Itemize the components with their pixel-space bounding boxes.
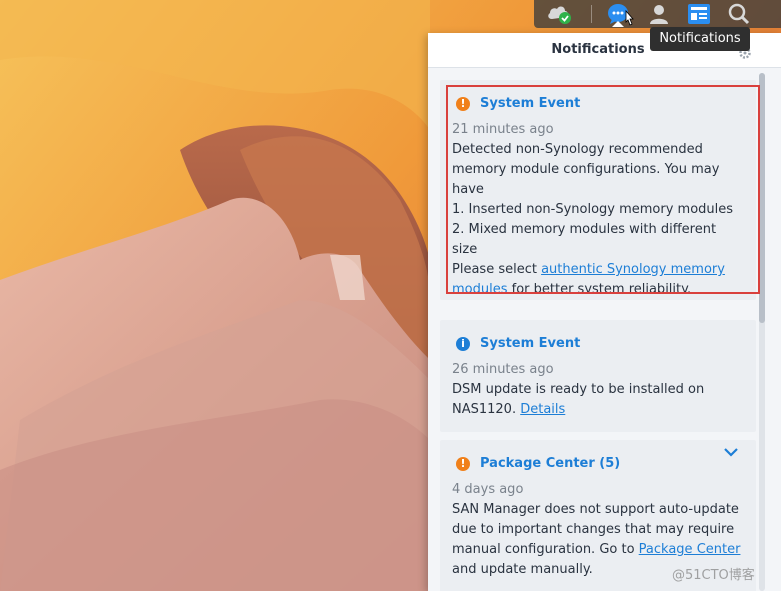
details-link[interactable]: Details: [520, 402, 565, 417]
info-icon: i: [456, 337, 470, 351]
message-line: NAS1120. Details: [452, 400, 748, 420]
top-taskbar: [534, 0, 781, 28]
user-icon[interactable]: [641, 0, 677, 28]
warning-icon: !: [456, 457, 470, 471]
package-center-link[interactable]: Package Center: [639, 542, 741, 557]
card-header: i System Event: [456, 334, 580, 354]
widgets-icon[interactable]: [681, 0, 717, 28]
taskbar-divider: [591, 5, 592, 23]
message-line: SAN Manager does not support auto-update: [452, 502, 739, 517]
panel-pointer: [612, 21, 624, 27]
message-line: DSM update is ready to be installed on: [452, 382, 705, 397]
notifications-tooltip: Notifications: [650, 27, 750, 51]
message-text: manual configuration. Go to: [452, 542, 639, 557]
card-title[interactable]: System Event: [480, 334, 580, 354]
watermark: @51CTO博客: [672, 568, 755, 583]
card-timestamp: 4 days ago: [452, 482, 524, 497]
message-text: NAS1120.: [452, 402, 521, 417]
card-timestamp: 26 minutes ago: [452, 362, 554, 377]
card-message: DSM update is ready to be installed on N…: [452, 380, 748, 420]
chevron-down-icon[interactable]: [724, 444, 738, 464]
search-icon[interactable]: [721, 0, 757, 28]
notification-card-2[interactable]: i System Event 26 minutes ago DSM update…: [440, 320, 756, 432]
card-header: ! Package Center (5): [456, 454, 620, 474]
cloud-sync-icon[interactable]: [542, 0, 578, 28]
highlight-annotation: [446, 85, 760, 294]
card-title[interactable]: Package Center (5): [480, 454, 620, 474]
message-line: due to important changes that may requir…: [452, 522, 735, 537]
message-line: manual configuration. Go to Package Cent…: [452, 540, 748, 560]
